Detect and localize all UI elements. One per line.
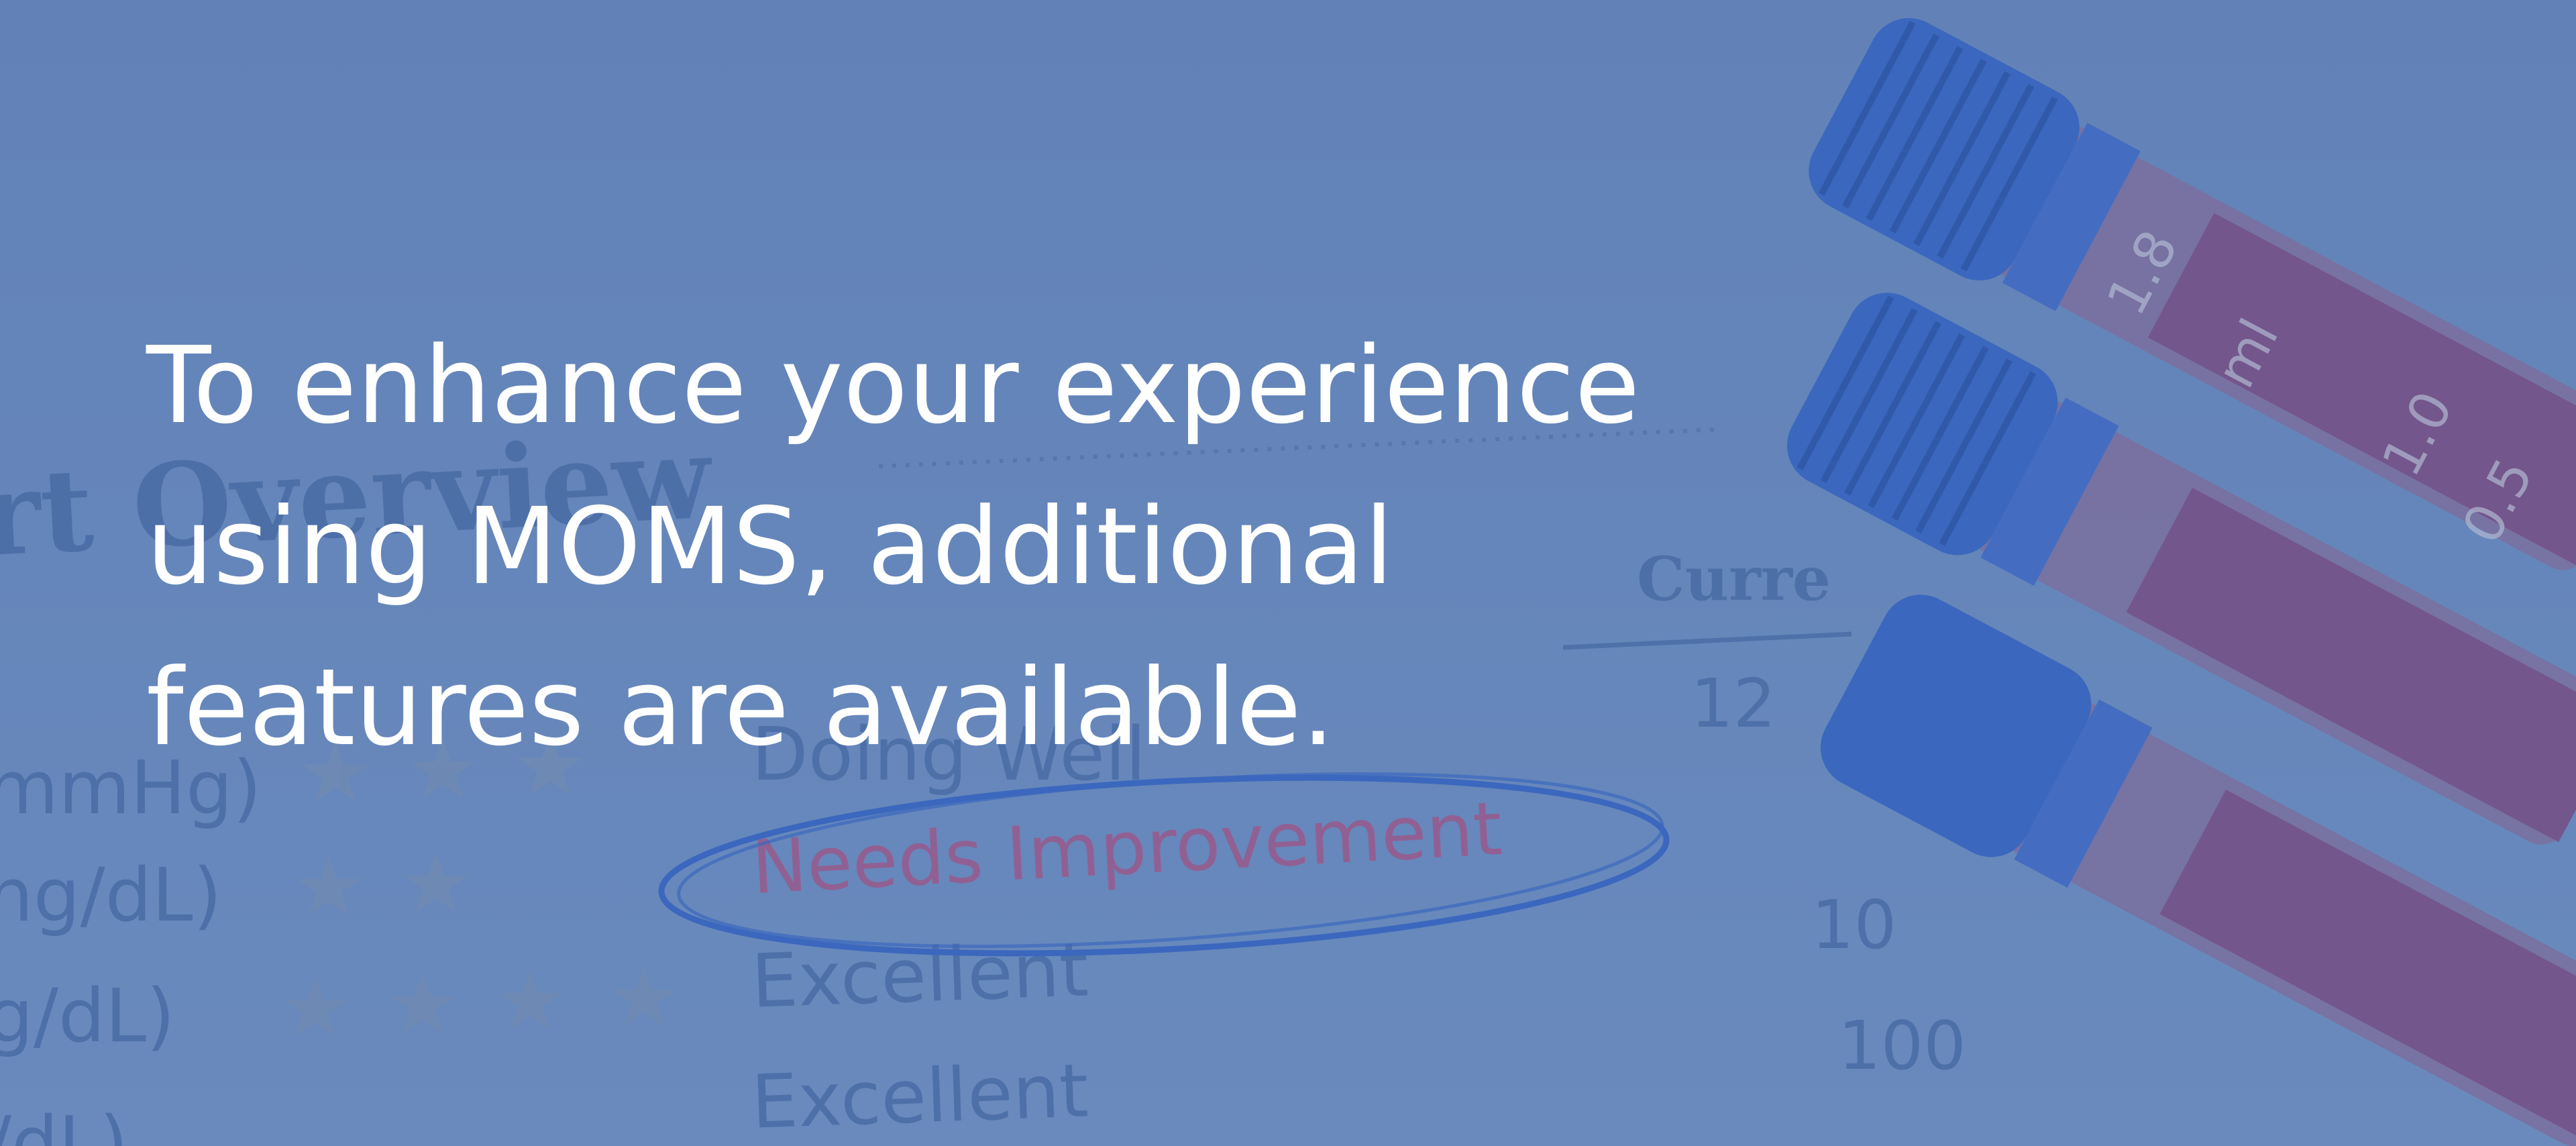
headline-line-3: features are available.	[146, 646, 1336, 770]
headline: To enhance your experience using MOMS, a…	[146, 305, 1756, 788]
hero-banner: rt Overview Curre 12 mmHg) Doing Well ng…	[0, 0, 2576, 1146]
headline-line-1: To enhance your experience	[146, 324, 1640, 448]
headline-line-2: using MOMS, additional	[146, 485, 1394, 609]
